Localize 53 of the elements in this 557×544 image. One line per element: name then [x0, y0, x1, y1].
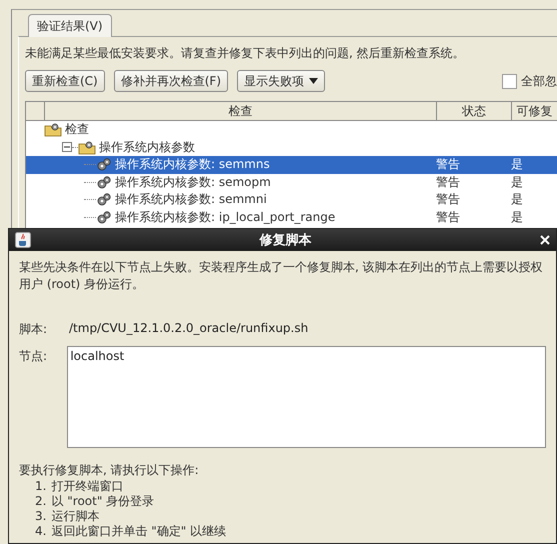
script-path: /tmp/CVU_12.1.0.2.0_oracle/runfixup.sh: [69, 321, 308, 335]
instructions-text: 要执行修复脚本, 请执行以下操作:: [19, 462, 200, 479]
tree-item: 操作系统内核参数: semmns: [115, 156, 270, 174]
dialog-description: 某些先决条件在以下节点上失败。安装程序生成了一个修复脚本, 该脚本在列出的节点上需要以授权用户 (root) 身份运行。: [19, 259, 544, 293]
gears-icon: [96, 192, 112, 208]
step-number: 2.: [35, 494, 46, 509]
step-number: 3.: [35, 509, 46, 524]
status-text: 警告: [436, 191, 460, 208]
nodes-label: 节点:: [19, 348, 48, 365]
folder-icon: [78, 140, 96, 155]
folder-icon: [44, 122, 62, 138]
status-text: 警告: [436, 208, 460, 226]
step-number: 1.: [35, 479, 46, 494]
tree-item: 操作系统内核参数: semmni: [115, 191, 267, 208]
fixable-text: 是: [511, 174, 523, 191]
tree-row[interactable]: 操作系统内核参数: semmni 警告 是: [26, 191, 557, 208]
action-button[interactable]: 修补并再次检查(F): [114, 70, 228, 92]
tree-item[interactable]: 操作系统内核参数: [99, 138, 195, 156]
step-text: 返回此窗口并单击 "确定" 以继续: [51, 524, 226, 539]
collapse-icon[interactable]: [62, 142, 72, 152]
column-header[interactable]: 检查: [44, 102, 436, 120]
column-header[interactable]: 状态: [436, 102, 511, 120]
close-button[interactable]: [540, 235, 550, 245]
requirements-message: 未能满足某些最低安装要求。请复查并修复下表中列出的问题, 然后重新检查系统。: [25, 45, 466, 62]
status-text: 警告: [436, 174, 460, 191]
tree-row[interactable]: 操作系统内核参数: semmns 警告 是: [26, 156, 557, 174]
tree-row[interactable]: 操作系统内核参数: semopm 警告 是: [26, 174, 557, 191]
action-button[interactable]: 重新检查(C): [25, 70, 105, 92]
tree-item[interactable]: 检查: [65, 121, 89, 138]
caret-icon: [309, 78, 318, 84]
nodes-field[interactable]: localhost: [67, 346, 546, 448]
step-text: 以 "root" 身份登录: [51, 494, 154, 509]
column-header[interactable]: 可修复: [511, 102, 557, 120]
status-text: 警告: [436, 156, 460, 174]
fixable-text: 是: [511, 208, 523, 226]
filter-dropdown[interactable]: 显示失败项: [237, 70, 326, 92]
cup-icon: [15, 232, 31, 248]
tree-item: 操作系统内核参数: semopm: [115, 174, 271, 191]
step-number: 4.: [35, 524, 46, 539]
checkbox[interactable]: [502, 74, 517, 88]
tree-item: 操作系统内核参数: ip_local_port_range: [115, 208, 336, 226]
script-label: 脚本:: [19, 321, 48, 338]
dialog-title: 修复脚本: [258, 232, 312, 249]
step-text: 打开终端窗口: [51, 479, 124, 494]
tree-row[interactable]: 操作系统内核参数: ip_local_port_range 警告 是: [26, 208, 557, 226]
fixable-text: 是: [511, 191, 523, 208]
fixable-text: 是: [511, 156, 523, 174]
gears-icon: [96, 174, 112, 190]
step-text: 运行脚本: [51, 509, 100, 524]
tab[interactable]: 验证结果(V): [28, 14, 112, 37]
checkbox-label: 全部忽: [521, 72, 557, 90]
gears-icon: [96, 157, 112, 172]
gears-icon: [96, 210, 112, 225]
